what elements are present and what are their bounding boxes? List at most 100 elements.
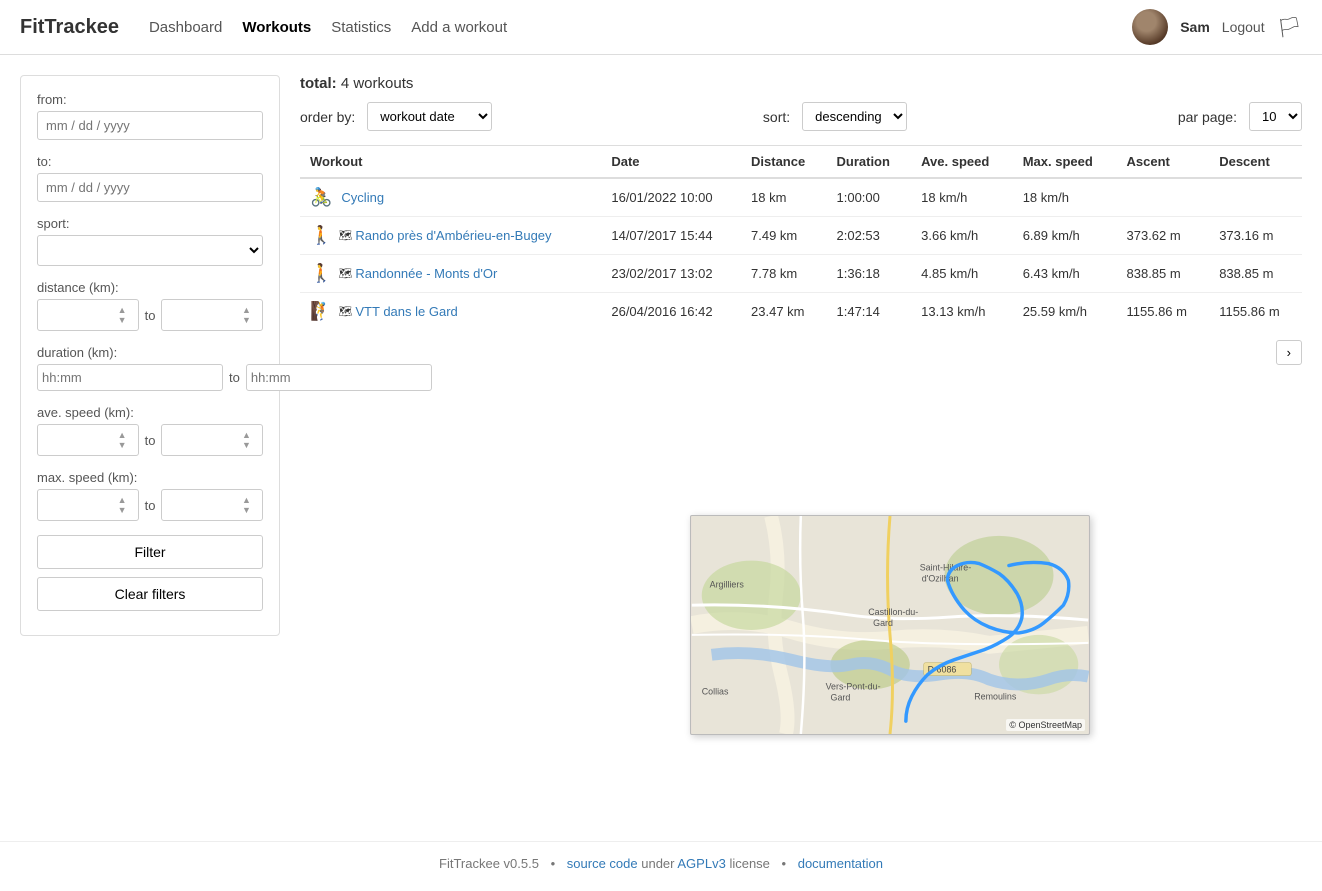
ave-speed-max-arrows[interactable]: ▲▼ xyxy=(242,430,251,450)
table-header-row: Workout Date Distance Duration Ave. spee… xyxy=(300,146,1302,179)
cell-duration-0: 1:00:00 xyxy=(827,178,912,217)
ave-speed-min-spin: ▲▼ xyxy=(37,424,139,456)
duration-group: duration (km): to xyxy=(37,345,263,391)
duration-min-input[interactable] xyxy=(37,364,223,391)
workout-link-0[interactable]: Cycling xyxy=(341,190,384,205)
brand-logo: FitTrackee xyxy=(20,16,119,39)
sidebar: from: to: sport: Cycling Hiking MTB dist… xyxy=(20,75,280,636)
footer: FitTrackee v0.5.5 • source code under AG… xyxy=(0,841,1322,885)
svg-text:Gard: Gard xyxy=(873,618,893,628)
nav-logout[interactable]: Logout xyxy=(1222,19,1265,35)
footer-license-link[interactable]: AGPLv3 xyxy=(677,856,725,871)
max-speed-max-spin: ▲▼ xyxy=(161,489,263,521)
svg-text:Collias: Collias xyxy=(702,686,729,696)
cell-descent-3: 1155.86 m xyxy=(1209,293,1302,331)
ave-speed-row: ▲▼ to ▲▼ xyxy=(37,424,263,456)
to-group: to: xyxy=(37,154,263,202)
to-input[interactable] xyxy=(37,173,263,202)
workout-link-1[interactable]: Rando près d'Ambérieu-en-Bugey xyxy=(355,228,551,243)
from-input[interactable] xyxy=(37,111,263,140)
cell-ave-speed-3: 13.13 km/h xyxy=(911,293,1013,331)
distance-max-spin: ▲▼ xyxy=(161,299,263,331)
nav-statistics[interactable]: Statistics xyxy=(331,19,391,36)
nav-links: Dashboard Workouts Statistics Add a work… xyxy=(149,19,1132,36)
max-speed-min-arrows[interactable]: ▲▼ xyxy=(118,495,127,515)
content-wrapper: Workout Date Distance Duration Ave. spee… xyxy=(300,145,1302,365)
svg-text:d'Ozilhan: d'Ozilhan xyxy=(922,573,959,583)
cell-descent-0 xyxy=(1209,178,1302,217)
nav-username: Sam xyxy=(1180,19,1210,35)
distance-max-input[interactable] xyxy=(164,308,242,323)
ave-speed-group: ave. speed (km): ▲▼ to ▲▼ xyxy=(37,405,263,456)
table-head: Workout Date Distance Duration Ave. spee… xyxy=(300,146,1302,179)
next-page-button[interactable]: › xyxy=(1276,340,1302,365)
order-by-select[interactable]: workout date distance duration average s… xyxy=(367,102,492,131)
distance-group: distance (km): ▲▼ to ▲▼ xyxy=(37,280,263,331)
footer-docs-link[interactable]: documentation xyxy=(798,856,883,871)
cell-ave-speed-0: 18 km/h xyxy=(911,178,1013,217)
cell-max-speed-0: 18 km/h xyxy=(1013,178,1117,217)
col-descent: Descent xyxy=(1209,146,1302,179)
per-page-select[interactable]: 10 20 50 xyxy=(1249,102,1302,131)
cell-ave-speed-2: 4.85 km/h xyxy=(911,255,1013,293)
navbar: FitTrackee Dashboard Workouts Statistics… xyxy=(0,0,1322,55)
svg-text:Remoulins: Remoulins xyxy=(974,691,1017,701)
ave-speed-min-arrows[interactable]: ▲▼ xyxy=(118,430,127,450)
footer-bullet1: • xyxy=(551,856,556,871)
cell-ave-speed-1: 3.66 km/h xyxy=(911,217,1013,255)
table-row: 🚶 🗺 Rando près d'Ambérieu-en-Bugey 14/07… xyxy=(300,217,1302,255)
max-speed-group: max. speed (km): ▲▼ to ▲▼ xyxy=(37,470,263,521)
nav-dashboard[interactable]: Dashboard xyxy=(149,19,222,36)
cell-workout-0: 🚴 Cycling xyxy=(300,178,601,217)
col-ascent: Ascent xyxy=(1117,146,1210,179)
sport-group: sport: Cycling Hiking MTB xyxy=(37,216,263,266)
max-speed-row: ▲▼ to ▲▼ xyxy=(37,489,263,521)
avatar-image xyxy=(1132,9,1168,45)
filter-button[interactable]: Filter xyxy=(37,535,263,569)
cell-duration-2: 1:36:18 xyxy=(827,255,912,293)
total-label: total: xyxy=(300,75,337,92)
workout-link-2[interactable]: Randonnée - Monts d'Or xyxy=(355,266,497,281)
svg-text:Vers-Pont-du-: Vers-Pont-du- xyxy=(826,681,881,691)
distance-max-arrows[interactable]: ▲▼ xyxy=(242,305,251,325)
max-speed-min-input[interactable] xyxy=(40,498,118,513)
nav-workouts[interactable]: Workouts xyxy=(242,19,311,36)
avatar[interactable] xyxy=(1132,9,1168,45)
map-svg: Argilliers Collias Saint-Hilaire- d'Ozil… xyxy=(691,516,1089,734)
workout-link-3[interactable]: VTT dans le Gard xyxy=(355,304,457,319)
from-group: from: xyxy=(37,92,263,140)
table-row: 🚶 🗺 Randonnée - Monts d'Or 23/02/2017 13… xyxy=(300,255,1302,293)
duration-label: duration (km): xyxy=(37,345,263,360)
footer-source-link[interactable]: source code xyxy=(567,856,638,871)
sport-icon-0: 🚴 xyxy=(310,187,332,208)
cell-max-speed-2: 6.43 km/h xyxy=(1013,255,1117,293)
svg-text:Castillon-du-: Castillon-du- xyxy=(868,607,918,617)
cell-duration-1: 2:02:53 xyxy=(827,217,912,255)
cell-distance-2: 7.78 km xyxy=(741,255,826,293)
footer-version: v0.5.5 xyxy=(504,856,539,871)
cell-duration-3: 1:47:14 xyxy=(827,293,912,331)
sport-icon-2: 🚶 xyxy=(310,263,332,284)
map-overlay: Argilliers Collias Saint-Hilaire- d'Ozil… xyxy=(690,515,1090,735)
distance-min-input[interactable] xyxy=(40,308,118,323)
distance-min-arrows[interactable]: ▲▼ xyxy=(118,305,127,325)
nav-add-workout[interactable]: Add a workout xyxy=(411,19,507,36)
sort-select[interactable]: descending ascending xyxy=(802,102,907,131)
ave-speed-max-input[interactable] xyxy=(164,433,242,448)
sport-select[interactable]: Cycling Hiking MTB xyxy=(37,235,263,266)
distance-to: to xyxy=(145,308,156,323)
col-workout: Workout xyxy=(300,146,601,179)
sport-icon-3: 🧗 xyxy=(310,301,332,322)
clear-filters-button[interactable]: Clear filters xyxy=(37,577,263,611)
cell-max-speed-1: 6.89 km/h xyxy=(1013,217,1117,255)
cell-max-speed-3: 25.59 km/h xyxy=(1013,293,1117,331)
cell-workout-3: 🧗 🗺 VTT dans le Gard xyxy=(300,293,601,331)
ave-speed-min-input[interactable] xyxy=(40,433,118,448)
svg-text:Gard: Gard xyxy=(831,692,851,702)
max-speed-max-arrows[interactable]: ▲▼ xyxy=(242,495,251,515)
nav-flag-icon: 🏳 xyxy=(1277,15,1302,40)
workout-table: Workout Date Distance Duration Ave. spee… xyxy=(300,145,1302,330)
max-speed-max-input[interactable] xyxy=(164,498,242,513)
main-layout: from: to: sport: Cycling Hiking MTB dist… xyxy=(0,55,1322,841)
cell-descent-1: 373.16 m xyxy=(1209,217,1302,255)
